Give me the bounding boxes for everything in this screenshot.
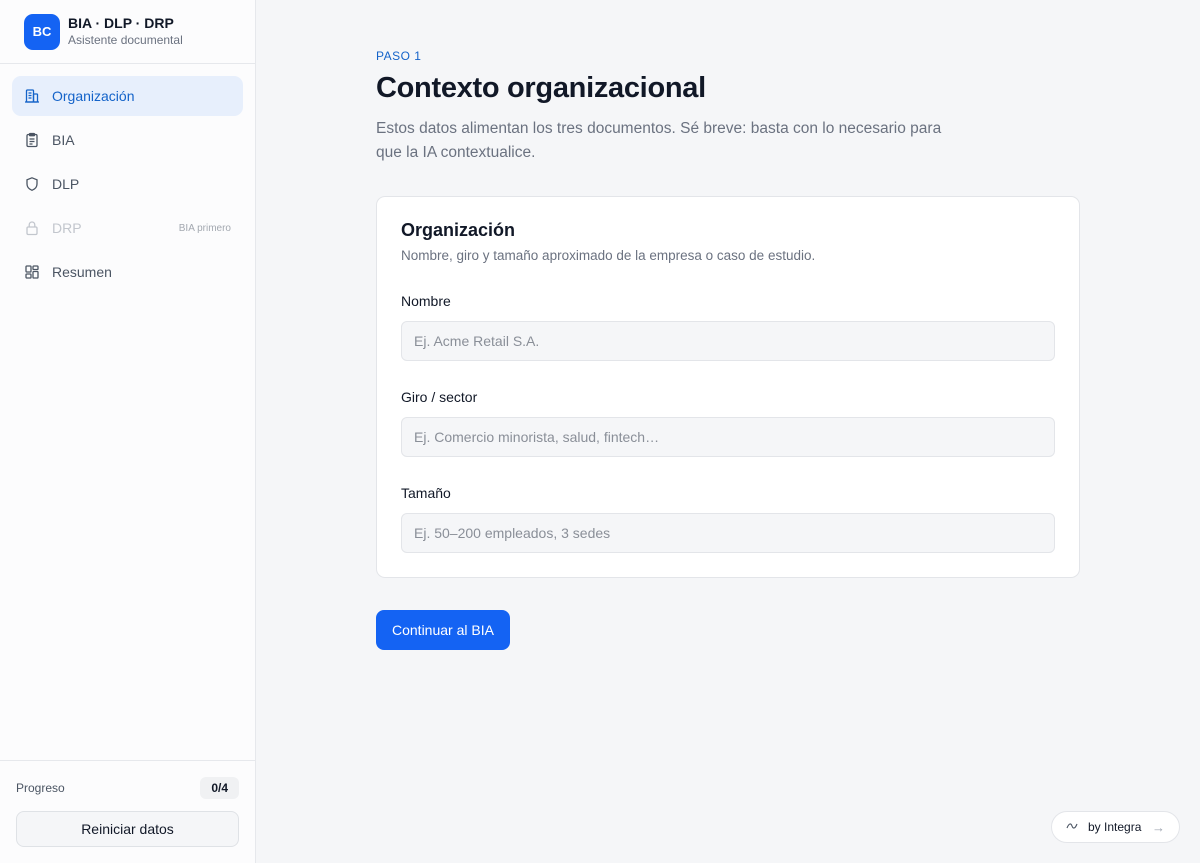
shield-icon bbox=[24, 176, 40, 192]
sidebar: BC BIA · DLP · DRP Asistente documental … bbox=[0, 0, 256, 863]
sidebar-item-drp: DRP BIA primero bbox=[12, 208, 243, 248]
field-nombre: Nombre bbox=[401, 293, 1055, 361]
sidebar-footer: Progreso 0/4 Reiniciar datos bbox=[0, 760, 255, 863]
continue-button[interactable]: Continuar al BIA bbox=[376, 610, 510, 650]
locked-hint: BIA primero bbox=[178, 222, 231, 234]
sidebar-item-label: DLP bbox=[52, 176, 80, 192]
page-subtitle: Estos datos alimentan los tres documento… bbox=[376, 120, 942, 161]
brand-title: BIA · DLP · DRP bbox=[68, 14, 174, 31]
brand-logo: BC bbox=[24, 13, 60, 50]
tamano-input[interactable] bbox=[401, 513, 1055, 553]
brand-text: BIA · DLP · DRP Asistente documental bbox=[68, 15, 183, 49]
clipboard-icon bbox=[24, 132, 40, 148]
sidebar-item-resumen[interactable]: Resumen bbox=[12, 252, 243, 292]
brand-subtitle: Asistente documental bbox=[68, 32, 183, 47]
reset-data-button[interactable]: Reiniciar datos bbox=[16, 811, 239, 847]
field-label: Nombre bbox=[401, 293, 451, 309]
sidebar-item-organizacion[interactable]: Organización bbox=[12, 76, 243, 116]
card-description: Nombre, giro y tamaño aproximado de la e… bbox=[401, 248, 816, 263]
progress-row: Progreso 0/4 bbox=[16, 777, 239, 799]
field-giro: Giro / sector bbox=[401, 389, 1055, 457]
progress-label: Progreso bbox=[16, 781, 65, 795]
page-title: Contexto organizacional bbox=[376, 72, 706, 104]
dashboard-icon bbox=[24, 264, 40, 280]
sidebar-item-label: BIA bbox=[52, 132, 75, 148]
integra-badge[interactable]: by Integra → bbox=[1051, 811, 1180, 843]
organization-card: Organización Nombre, giro y tamaño aprox… bbox=[376, 196, 1080, 578]
sidebar-item-label: Resumen bbox=[52, 264, 112, 280]
brand: BC BIA · DLP · DRP Asistente documental bbox=[0, 0, 255, 64]
sidebar-item-label: Organización bbox=[52, 88, 135, 104]
field-tamano: Tamaño bbox=[401, 485, 1055, 553]
sidebar-nav: Organización BIA DLP DRP BIA primero Res… bbox=[0, 64, 255, 308]
field-label: Giro / sector bbox=[401, 389, 478, 405]
sidebar-item-label: DRP bbox=[52, 220, 82, 236]
sidebar-item-bia[interactable]: BIA bbox=[12, 120, 243, 160]
progress-badge: 0/4 bbox=[200, 777, 239, 799]
field-label: Tamaño bbox=[401, 485, 451, 501]
arrow-right-icon: → bbox=[1152, 819, 1165, 835]
sidebar-item-dlp[interactable]: DLP bbox=[12, 164, 243, 204]
lock-icon bbox=[24, 220, 40, 236]
integra-label: by Integra bbox=[1088, 820, 1142, 834]
building-icon bbox=[24, 88, 40, 104]
card-title: Organización bbox=[401, 220, 516, 240]
giro-input[interactable] bbox=[401, 417, 1055, 457]
step-label: PASO 1 bbox=[376, 49, 422, 63]
integra-logo-icon bbox=[1066, 821, 1078, 834]
nombre-input[interactable] bbox=[401, 321, 1055, 361]
